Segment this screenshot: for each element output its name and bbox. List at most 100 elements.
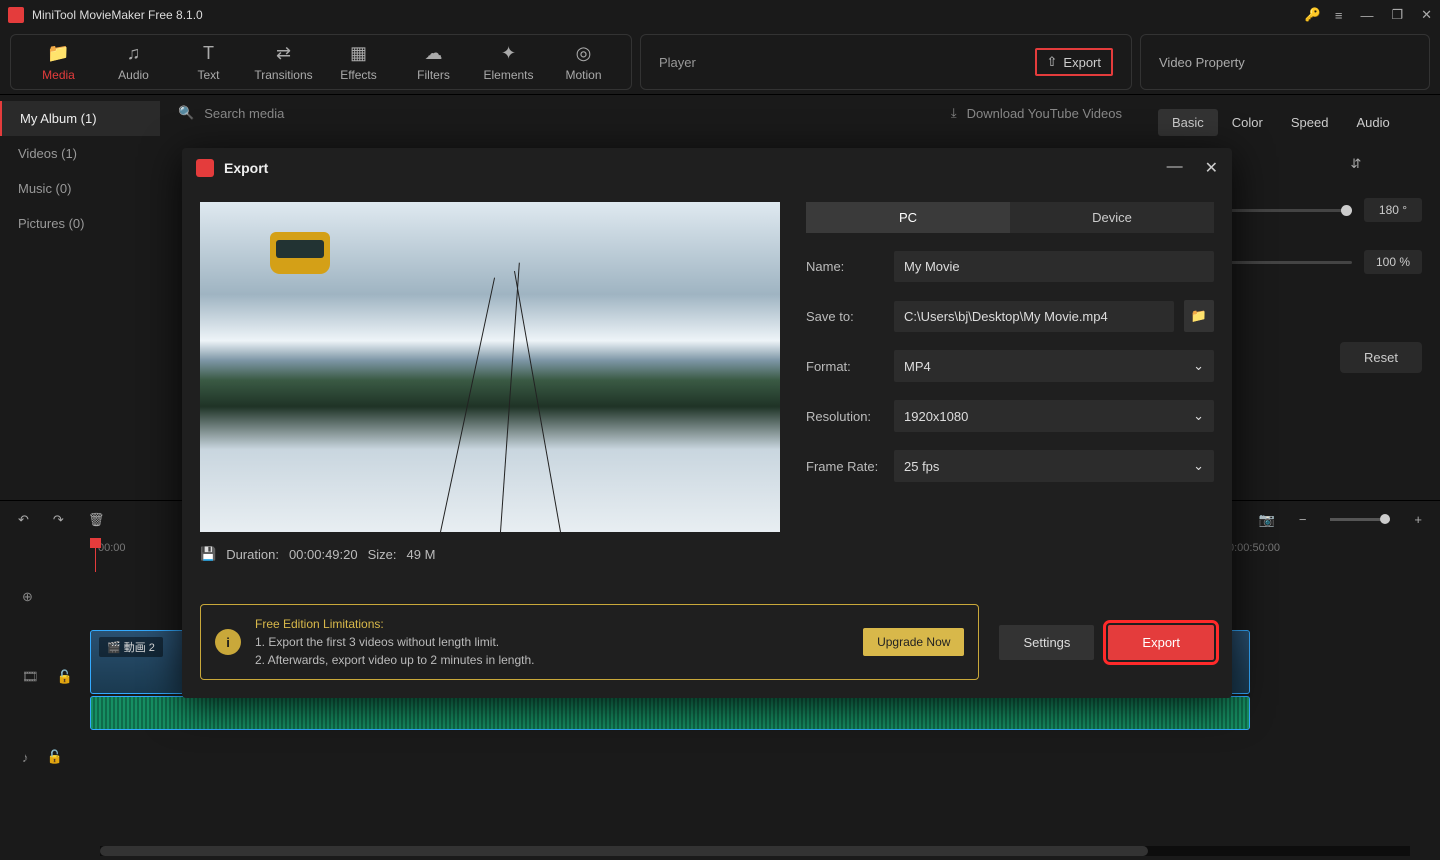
settings-button[interactable]: Settings — [999, 625, 1094, 660]
download-youtube-link[interactable]: Download YouTube Videos — [967, 106, 1122, 121]
tool-elements[interactable]: ✦ Elements — [471, 41, 546, 83]
promo-head: Free Edition Limitations: — [255, 615, 849, 633]
tool-media[interactable]: 📁 Media — [21, 41, 96, 83]
tool-label: Audio — [118, 68, 149, 82]
motion-icon: ◎ — [576, 43, 592, 64]
export-icon: ⇧ — [1047, 54, 1058, 70]
tool-effects[interactable]: ▦ Effects — [321, 41, 396, 83]
scale-value: 100 % — [1364, 250, 1422, 274]
dialog-minimize-icon[interactable]: — — [1167, 158, 1183, 178]
ruler-start: 00:00 — [98, 542, 126, 554]
framerate-select[interactable]: 25 fps⌄ — [894, 450, 1214, 482]
resolution-label: Resolution: — [806, 409, 884, 424]
vprop-tab-speed[interactable]: Speed — [1277, 109, 1343, 136]
tab-device[interactable]: Device — [1010, 202, 1214, 233]
format-select[interactable]: MP4⌄ — [894, 350, 1214, 382]
tool-strip: 📁 Media ♫ Audio T Text ⇄Transitions ▦ Effect… — [10, 34, 632, 90]
tool-text[interactable]: T Text — [171, 41, 246, 83]
elements-icon: ✦ — [501, 43, 516, 64]
window-maximize-icon[interactable]: ❐ — [1391, 7, 1403, 23]
tool-transitions[interactable]: ⇄Transitions — [246, 41, 321, 83]
browse-button[interactable]: 📁 — [1184, 300, 1214, 332]
clip-label: 🎬 動画 2 — [99, 637, 163, 657]
playhead[interactable] — [95, 538, 96, 572]
export-button[interactable]: Export — [1108, 625, 1214, 660]
tool-audio[interactable]: ♫ Audio — [96, 41, 171, 83]
vprop-tab-basic[interactable]: Basic — [1158, 109, 1218, 136]
undo-icon[interactable]: ↶ — [18, 512, 29, 528]
tab-pc[interactable]: PC — [806, 202, 1010, 233]
redo-icon[interactable]: ↷ — [53, 512, 64, 528]
export-top-button[interactable]: ⇧ Export — [1035, 48, 1113, 76]
track-video-icon: 🎞 — [22, 669, 39, 685]
sidebar-item-music[interactable]: Music (0) — [0, 171, 160, 206]
chevron-down-icon: ⌄ — [1193, 458, 1204, 474]
video-property-title: Video Property — [1159, 55, 1245, 70]
track-audio-icon: ♪ — [22, 750, 29, 765]
export-target-tabs: PC Device — [806, 202, 1214, 233]
zoom-slider[interactable] — [1330, 518, 1390, 521]
menu-icon[interactable]: ≡ — [1335, 8, 1343, 23]
search-input[interactable]: Search media — [204, 106, 941, 121]
window-minimize-icon[interactable]: — — [1360, 8, 1373, 23]
text-icon: T — [203, 43, 214, 64]
effects-icon: ▦ — [350, 43, 367, 64]
titlebar: MiniTool MovieMaker Free 8.1.0 🔑 ≡ — ❐ ✕ — [0, 0, 1440, 30]
search-icon: 🔍 — [178, 105, 194, 121]
framerate-label: Frame Rate: — [806, 459, 884, 474]
zoom-out-icon[interactable]: − — [1299, 512, 1307, 527]
rotate-value: 180 ° — [1364, 198, 1422, 222]
dialog-close-icon[interactable]: ✕ — [1205, 158, 1218, 178]
chevron-down-icon: ⌄ — [1193, 358, 1204, 374]
camera-icon[interactable]: 📷 — [1259, 512, 1275, 528]
music-icon: ♫ — [127, 43, 141, 64]
reset-button[interactable]: Reset — [1340, 342, 1422, 373]
player-header: Player ⇧ Export — [640, 34, 1132, 90]
track-add-icon[interactable]: ⊕ — [22, 589, 33, 605]
chevron-down-icon: ⌄ — [1193, 408, 1204, 424]
timeline-scrollbar[interactable] — [100, 846, 1410, 856]
vprop-tab-color[interactable]: Color — [1218, 109, 1277, 136]
export-dialog-title: Export — [224, 160, 1167, 176]
tool-label: Motion — [565, 68, 601, 82]
export-top-label: Export — [1063, 55, 1101, 70]
name-input[interactable]: My Movie — [894, 251, 1214, 282]
player-title: Player — [659, 55, 1035, 70]
delete-icon[interactable]: 🗑 — [88, 512, 105, 528]
sidebar-item-videos[interactable]: Videos (1) — [0, 136, 160, 171]
folder-icon: 📁 — [47, 43, 69, 64]
tool-label: Text — [197, 68, 219, 82]
filters-icon: ☁ — [425, 43, 443, 64]
resolution-select[interactable]: 1920x1080⌄ — [894, 400, 1214, 432]
track-lock-icon[interactable]: 🔓 — [57, 669, 73, 685]
folder-icon: 📁 — [1191, 308, 1207, 324]
key-icon[interactable]: 🔑 — [1305, 7, 1321, 23]
flip-v-icon[interactable]: ⇵ — [1351, 156, 1362, 172]
tool-label: Effects — [340, 68, 376, 82]
info-icon: i — [215, 629, 241, 655]
saveto-input[interactable]: C:\Users\bj\Desktop\My Movie.mp4 — [894, 301, 1174, 332]
export-preview — [200, 202, 780, 532]
download-icon: ⤓ — [951, 105, 957, 121]
audio-waveform[interactable] — [90, 696, 1250, 730]
sidebar-item-myalbum[interactable]: My Album (1) — [0, 101, 160, 136]
tool-filters[interactable]: ☁ Filters — [396, 41, 471, 83]
vprop-tab-audio[interactable]: Audio — [1342, 109, 1403, 136]
duration-value: 00:00:49:20 — [289, 547, 358, 562]
format-label: Format: — [806, 359, 884, 374]
sidebar-item-pictures[interactable]: Pictures (0) — [0, 206, 160, 241]
name-label: Name: — [806, 259, 884, 274]
track-lock-icon[interactable]: 🔓 — [47, 749, 63, 765]
app-logo-icon — [8, 7, 24, 23]
top-row: 📁 Media ♫ Audio T Text ⇄Transitions ▦ Effect… — [0, 30, 1440, 95]
tool-motion[interactable]: ◎ Motion — [546, 41, 621, 83]
app-logo-icon — [196, 159, 214, 177]
upgrade-button[interactable]: Upgrade Now — [863, 628, 964, 656]
duration-label: Duration: — [226, 547, 279, 562]
tool-label: Filters — [417, 68, 450, 82]
tool-label: Media — [42, 68, 75, 82]
size-label: Size: — [368, 547, 397, 562]
window-close-icon[interactable]: ✕ — [1421, 7, 1432, 23]
tool-label: Elements — [483, 68, 533, 82]
zoom-in-icon[interactable]: + — [1414, 512, 1422, 527]
